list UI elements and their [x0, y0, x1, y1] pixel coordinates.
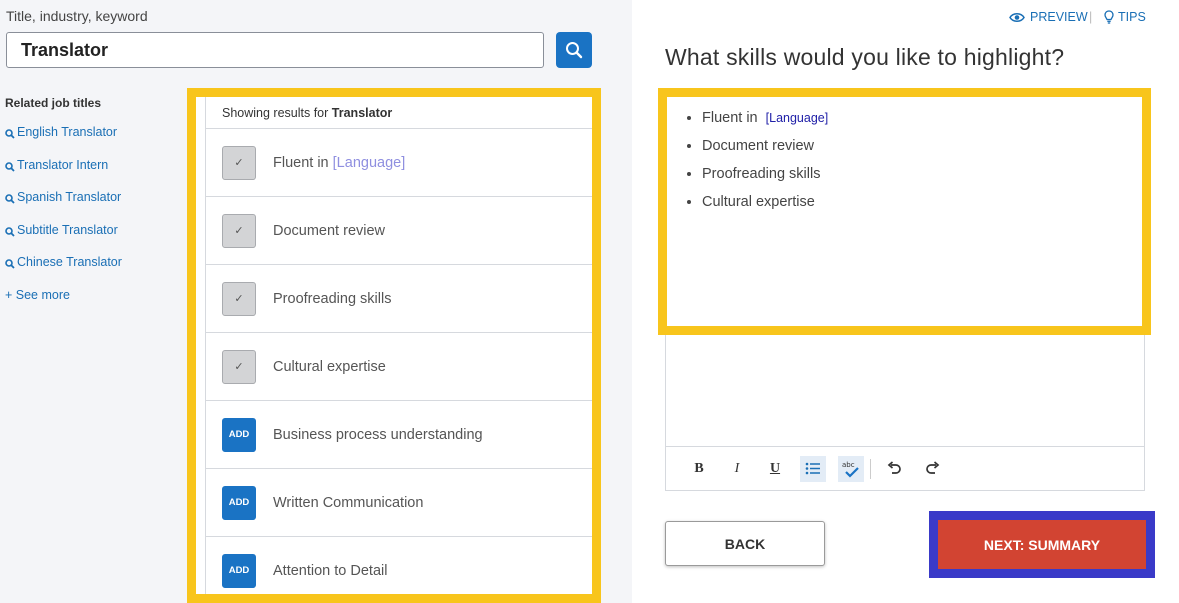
undo-button[interactable] [881, 456, 907, 482]
bold-button[interactable]: B [686, 456, 712, 482]
undo-icon [887, 461, 901, 474]
results-highlight-frame: Showing results for Translator ✓ Fluent … [187, 88, 601, 603]
bullet-list-icon [805, 462, 820, 475]
result-row[interactable]: ✓ Document review [206, 197, 592, 265]
result-label: Cultural expertise [273, 358, 386, 375]
checked-icon[interactable]: ✓ [222, 213, 256, 248]
add-button[interactable]: ADD [222, 417, 256, 452]
bullet-list-button[interactable] [800, 455, 826, 482]
search-icon [5, 259, 15, 269]
skills-editor[interactable]: B I U abc [665, 330, 1145, 491]
spellcheck-button[interactable]: abc [838, 455, 864, 482]
spellcheck-icon: abc [842, 461, 859, 478]
eye-icon [1009, 12, 1025, 22]
skill-text: Proofreading skills [702, 166, 821, 182]
header-separator: | [1089, 10, 1093, 24]
add-button[interactable]: ADD [222, 485, 256, 520]
result-row[interactable]: ADD Attention to Detail [206, 537, 592, 594]
italic-button[interactable]: I [724, 456, 750, 482]
result-label: Proofreading skills [273, 290, 392, 307]
related-job-title-label: English Translator [17, 125, 118, 139]
result-label: Written Communication [273, 494, 424, 511]
redo-button[interactable] [919, 456, 945, 482]
next-highlight-frame: NEXT: SUMMARY [929, 511, 1155, 578]
skill-text: Fluent in [702, 110, 758, 126]
search-icon [5, 194, 15, 204]
showing-results-text: Showing results for Translator [206, 97, 592, 129]
skill-bullet[interactable]: Fluent in [Language] [702, 108, 828, 136]
related-job-titles-heading: Related job titles [5, 96, 102, 110]
result-label-text: Fluent in [273, 154, 329, 171]
result-label-placeholder: [Language] [332, 154, 406, 171]
result-row[interactable]: ✓ Cultural expertise [206, 333, 592, 401]
results-list: Showing results for Translator ✓ Fluent … [205, 97, 592, 594]
add-button[interactable]: ADD [222, 553, 256, 588]
checked-icon[interactable]: ✓ [222, 281, 256, 316]
related-job-title-link[interactable]: Spanish Translator [5, 190, 122, 223]
lightbulb-icon [1104, 10, 1114, 24]
preview-link[interactable]: PREVIEW [1009, 10, 1088, 24]
related-job-title-link[interactable]: Subtitle Translator [5, 223, 122, 256]
tips-label: TIPS [1118, 10, 1146, 24]
tips-link[interactable]: TIPS [1104, 10, 1146, 24]
related-job-title-label: Translator Intern [17, 157, 109, 172]
svg-text:abc: abc [842, 461, 855, 469]
result-label: Fluent in [Language] [273, 155, 405, 171]
underline-button[interactable]: U [762, 456, 788, 482]
skill-bullet[interactable]: Document review [702, 136, 828, 164]
next-summary-button[interactable]: NEXT: SUMMARY [938, 520, 1146, 569]
result-label: Business process understanding [273, 426, 483, 443]
checked-icon[interactable]: ✓ [222, 349, 256, 384]
related-job-title-label: Chinese Translator [17, 255, 122, 269]
editor-toolbar: B I U abc [666, 446, 1144, 490]
related-job-title-link[interactable]: Chinese Translator [5, 255, 122, 288]
result-label: Attention to Detail [273, 562, 388, 579]
result-row[interactable]: ✓ Proofreading skills [206, 265, 592, 333]
showing-prefix: Showing results for [222, 106, 329, 120]
checked-icon[interactable]: ✓ [222, 145, 256, 180]
back-button[interactable]: BACK [665, 521, 825, 566]
result-row[interactable]: ✓ Fluent in [Language] [206, 129, 592, 197]
related-job-title-link[interactable]: Translator Intern [5, 158, 122, 191]
result-row[interactable]: ADD Business process understanding [206, 401, 592, 469]
result-row[interactable]: ADD Written Communication [206, 469, 592, 537]
search-icon [5, 226, 15, 237]
toolbar-divider [870, 458, 871, 479]
search-icon [5, 129, 15, 139]
search-icon [566, 42, 583, 59]
search-icon [5, 161, 15, 172]
skill-bullet-list[interactable]: Fluent in [Language] Document review Pro… [702, 108, 828, 220]
related-job-title-label: Spanish Translator [17, 190, 122, 204]
skill-text: Cultural expertise [702, 194, 815, 210]
related-job-titles-list: English Translator Translator Intern Spa… [5, 125, 122, 288]
page-title: What skills would you like to highlight? [665, 44, 1065, 70]
search-button[interactable] [556, 32, 592, 68]
skill-placeholder: [Language] [765, 111, 829, 125]
skill-text: Document review [702, 138, 815, 154]
showing-term: Translator [331, 106, 393, 120]
related-job-title-link[interactable]: English Translator [5, 125, 122, 158]
skill-bullet[interactable]: Proofreading skills [702, 164, 828, 192]
preview-label: PREVIEW [1030, 10, 1088, 24]
redo-icon [925, 461, 939, 474]
right-panel: PREVIEW | TIPS What skills would you lik… [632, 0, 1179, 603]
search-label: Title, industry, keyword [6, 8, 148, 24]
editor-highlight-frame: Fluent in [Language] Document review Pro… [658, 88, 1151, 335]
related-job-title-label: Subtitle Translator [17, 222, 118, 237]
skill-bullet[interactable]: Cultural expertise [702, 192, 828, 220]
result-label: Document review [273, 222, 386, 239]
left-panel: Title, industry, keyword Related job tit… [0, 0, 632, 603]
see-more-link[interactable]: + See more [5, 288, 70, 302]
search-input[interactable] [6, 32, 544, 68]
